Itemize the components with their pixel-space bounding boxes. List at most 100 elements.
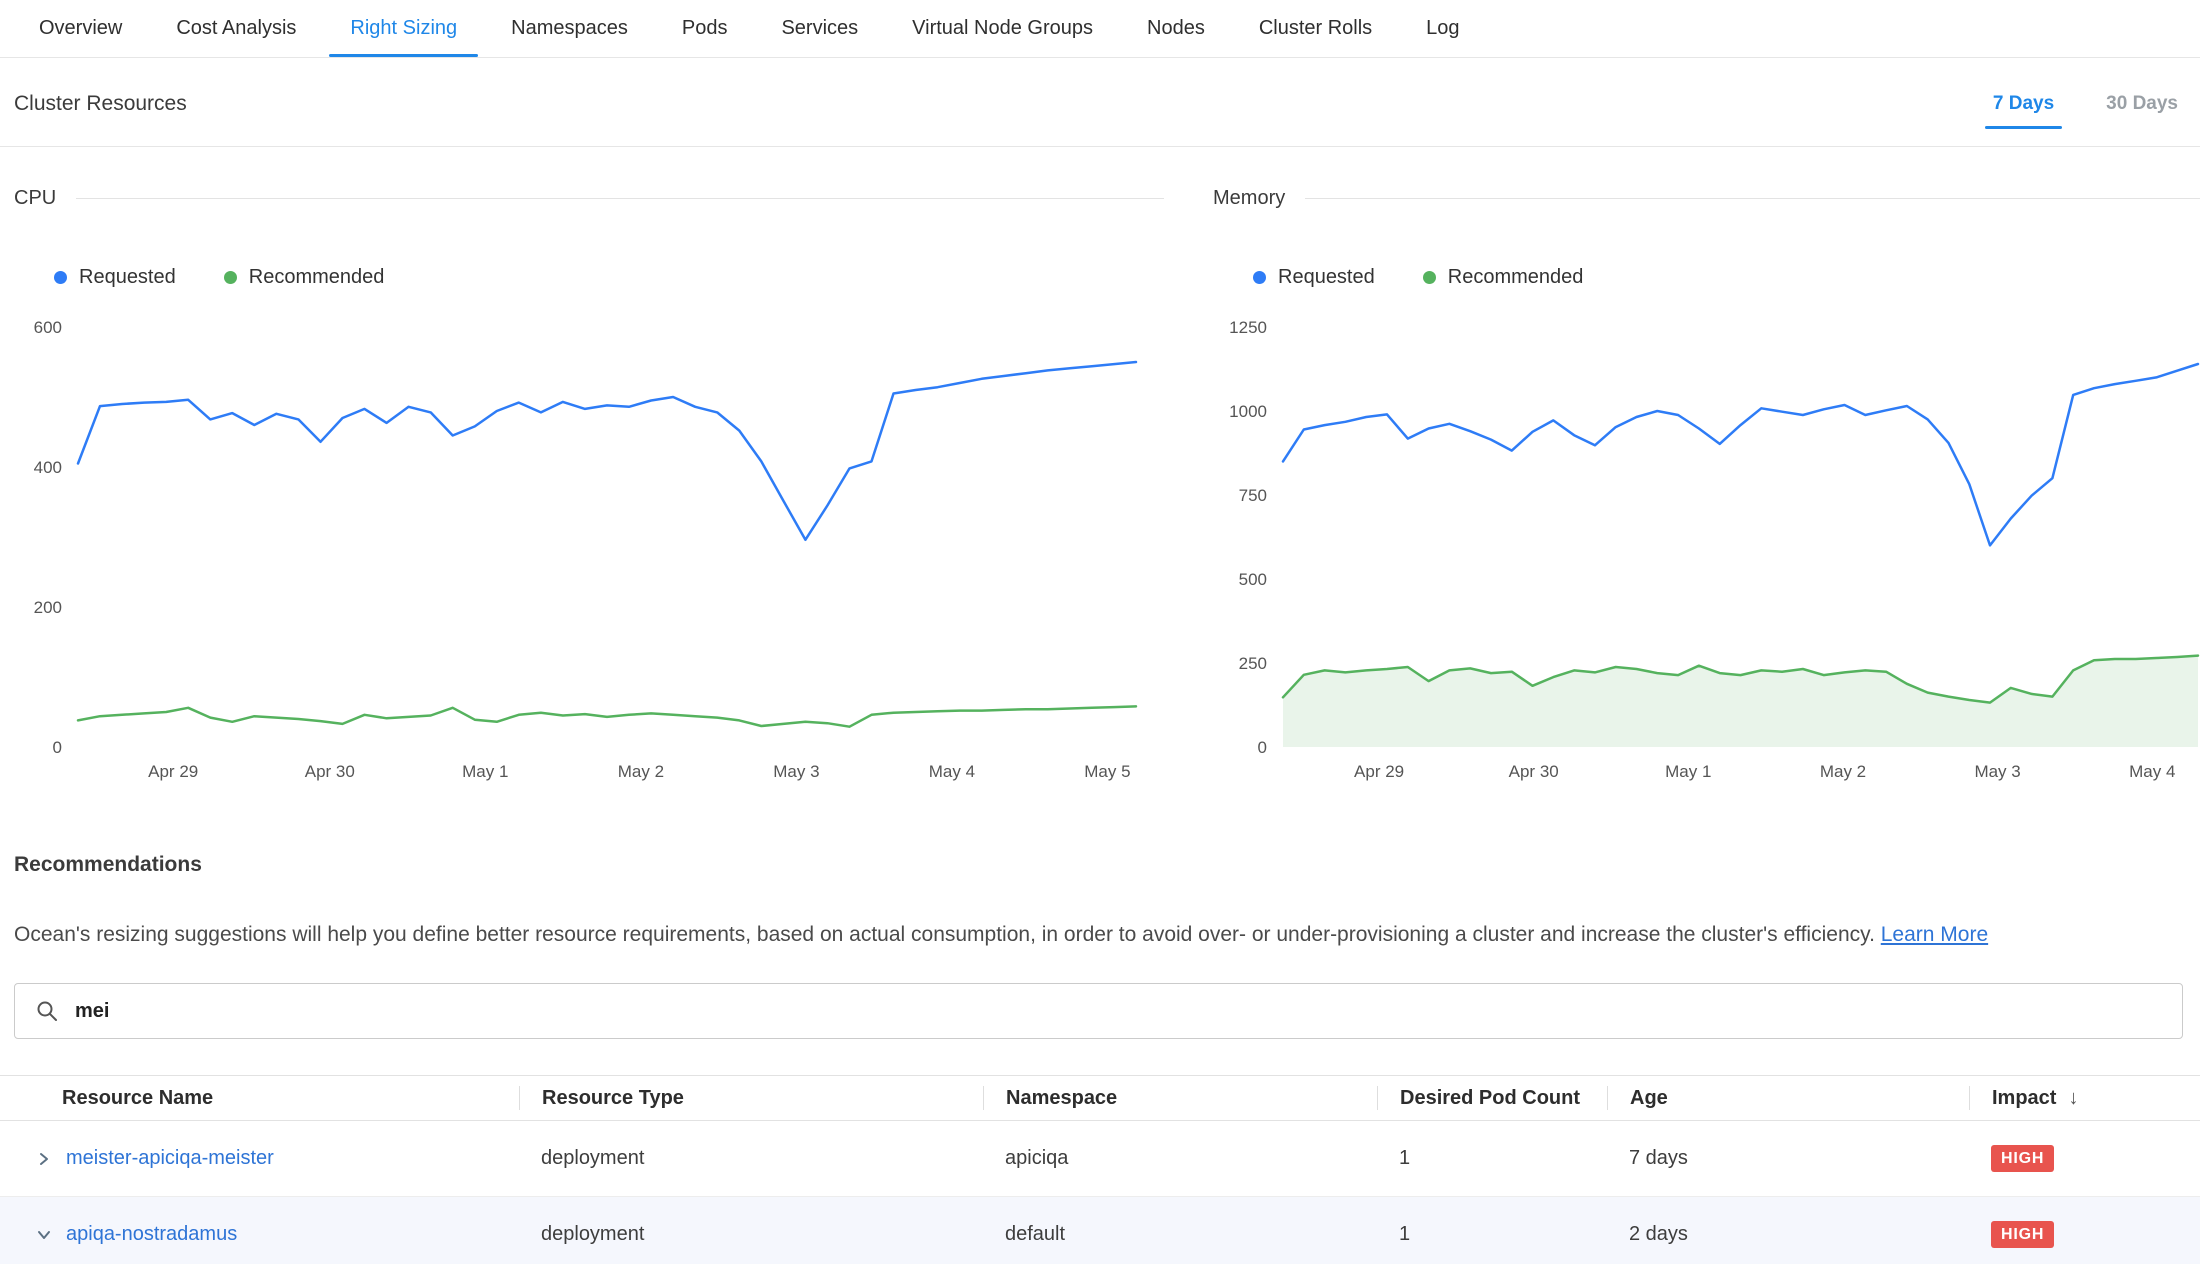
svg-text:May 4: May 4 (929, 762, 975, 781)
table-row[interactable]: apiqa-nostradamusdeploymentdefault12 day… (0, 1197, 2200, 1264)
cluster-resources-title: Cluster Resources (14, 92, 187, 116)
search-icon (35, 999, 59, 1023)
tab-namespaces[interactable]: Namespaces (484, 0, 655, 57)
search-box[interactable] (14, 983, 2183, 1039)
charts-row: CPU Requested Recommended 0 200 400 600 Apr … (0, 187, 2200, 783)
memory-chart: 0 250 500 750 1000 1250 Apr 29 Apr 30 May 1 May 2… (1213, 313, 2200, 783)
svg-text:Apr 30: Apr 30 (1509, 762, 1559, 781)
svg-text:400: 400 (34, 458, 62, 477)
table-row[interactable]: meister-apiciqa-meister deploymentapiciqa… (0, 1121, 2200, 1197)
recommendations-section: Recommendations Ocean's resizing suggest… (0, 853, 2200, 1264)
resource-name-cell: meister-apiciqa-meister (0, 1147, 519, 1170)
range-30-days[interactable]: 30 Days (2106, 93, 2178, 115)
tab-log[interactable]: Log (1399, 0, 1486, 57)
svg-text:May 3: May 3 (1974, 762, 2020, 781)
learn-more-link[interactable]: Learn More (1881, 923, 1988, 946)
svg-text:250: 250 (1239, 654, 1267, 673)
cluster-resources-header: Cluster Resources 7 Days 30 Days (0, 58, 2200, 147)
time-range-toggle: 7 Days 30 Days (1993, 93, 2180, 115)
recommended-dot-icon (224, 271, 237, 284)
divider-line (76, 198, 1164, 199)
nav-tabs: OverviewCost AnalysisRight SizingNamespa… (0, 0, 2200, 58)
svg-text:600: 600 (34, 318, 62, 337)
resource-name-link[interactable]: meister-apiciqa-meister (66, 1147, 274, 1170)
cpu-chart: 0 200 400 600 Apr 29 Apr 30 May 1 May 2 May 3 May… (14, 313, 1164, 783)
svg-text:May 2: May 2 (618, 762, 664, 781)
column-header-resource-type[interactable]: Resource Type (519, 1086, 983, 1110)
svg-text:May 5: May 5 (1084, 762, 1130, 781)
cpu-chart-title: CPU (14, 187, 56, 210)
column-header-age[interactable]: Age (1607, 1086, 1969, 1110)
svg-text:0: 0 (1258, 738, 1267, 757)
svg-text:750: 750 (1239, 486, 1267, 505)
memory-chart-title: Memory (1213, 187, 1285, 210)
requested-dot-icon (54, 271, 67, 284)
svg-text:500: 500 (1239, 570, 1267, 589)
tab-overview[interactable]: Overview (12, 0, 149, 57)
recommendations-title: Recommendations (0, 853, 2200, 877)
right-sizing-page: OverviewCost AnalysisRight SizingNamespa… (0, 0, 2200, 1264)
legend-item-requested: Requested (1253, 266, 1375, 289)
impact-badge: HIGH (1991, 1221, 2054, 1248)
sort-desc-icon[interactable]: ↓ (2068, 1087, 2078, 1110)
column-header-resource-name[interactable]: Resource Name (0, 1086, 519, 1110)
column-header-desired-pod-count[interactable]: Desired Pod Count (1377, 1086, 1607, 1110)
legend-label: Recommended (1448, 266, 1584, 289)
memory-chart-panel: Memory Requested Recommended 0 250 500 750 1… (1213, 187, 2200, 783)
recommendations-description: Ocean's resizing suggestions will help y… (0, 923, 2200, 947)
tab-nodes[interactable]: Nodes (1120, 0, 1232, 57)
cpu-chart-panel: CPU Requested Recommended 0 200 400 600 Apr … (14, 187, 1164, 783)
resource-type-cell: deployment (519, 1223, 983, 1246)
svg-text:1250: 1250 (1229, 318, 1267, 337)
legend-label: Recommended (249, 266, 385, 289)
resource-name-link[interactable]: apiqa-nostradamus (66, 1223, 237, 1246)
svg-text:May 1: May 1 (462, 762, 508, 781)
tab-cluster-rolls[interactable]: Cluster Rolls (1232, 0, 1399, 57)
recommendations-table-body: meister-apiciqa-meisterdeploymentapiciqa… (0, 1121, 2200, 1264)
resource-type-cell: deployment (519, 1147, 983, 1170)
svg-text:Apr 29: Apr 29 (1354, 762, 1404, 781)
chevron-right-icon[interactable] (30, 1151, 52, 1167)
tab-services[interactable]: Services (754, 0, 885, 57)
recommendations-description-text: Ocean's resizing suggestions will help y… (14, 923, 1875, 946)
range-7-days[interactable]: 7 Days (1993, 93, 2054, 115)
age-cell: 2 days (1607, 1223, 1969, 1246)
requested-dot-icon (1253, 271, 1266, 284)
age-cell: 7 days (1607, 1147, 1969, 1170)
column-header-impact[interactable]: Impact↓ (1969, 1086, 2200, 1110)
legend-item-recommended: Recommended (224, 266, 385, 289)
chevron-down-icon[interactable] (30, 1227, 52, 1243)
svg-text:Apr 30: Apr 30 (305, 762, 355, 781)
legend-label: Requested (1278, 266, 1375, 289)
cpu-chart-title-row: CPU (14, 187, 1164, 210)
divider-line (1305, 198, 2200, 199)
resource-name-cell: apiqa-nostradamus (0, 1223, 519, 1246)
legend-item-requested: Requested (54, 266, 176, 289)
svg-text:May 1: May 1 (1665, 762, 1711, 781)
tab-right-sizing[interactable]: Right Sizing (323, 0, 484, 57)
tab-virtual-node-groups[interactable]: Virtual Node Groups (885, 0, 1120, 57)
search-input[interactable] (75, 1000, 2162, 1023)
namespace-cell: apiciqa (983, 1147, 1377, 1170)
cpu-legend: Requested Recommended (54, 266, 1164, 289)
memory-legend: Requested Recommended (1253, 266, 2200, 289)
svg-text:Apr 29: Apr 29 (148, 762, 198, 781)
memory-chart-title-row: Memory (1213, 187, 2200, 210)
pod-count-cell: 1 (1377, 1147, 1607, 1170)
tab-cost-analysis[interactable]: Cost Analysis (149, 0, 323, 57)
recommendations-table: Resource NameResource TypeNamespaceDesir… (0, 1075, 2200, 1264)
svg-text:May 3: May 3 (773, 762, 819, 781)
column-header-namespace[interactable]: Namespace (983, 1086, 1377, 1110)
recommendations-table-header: Resource NameResource TypeNamespaceDesir… (0, 1075, 2200, 1121)
svg-text:May 2: May 2 (1820, 762, 1866, 781)
impact-cell: HIGH (1969, 1221, 2200, 1248)
legend-item-recommended: Recommended (1423, 266, 1584, 289)
svg-text:0: 0 (53, 738, 62, 757)
svg-text:1000: 1000 (1229, 402, 1267, 421)
svg-text:200: 200 (34, 598, 62, 617)
impact-cell: HIGH (1969, 1145, 2200, 1172)
pod-count-cell: 1 (1377, 1223, 1607, 1246)
svg-text:May 4: May 4 (2129, 762, 2175, 781)
impact-badge: HIGH (1991, 1145, 2054, 1172)
tab-pods[interactable]: Pods (655, 0, 755, 57)
